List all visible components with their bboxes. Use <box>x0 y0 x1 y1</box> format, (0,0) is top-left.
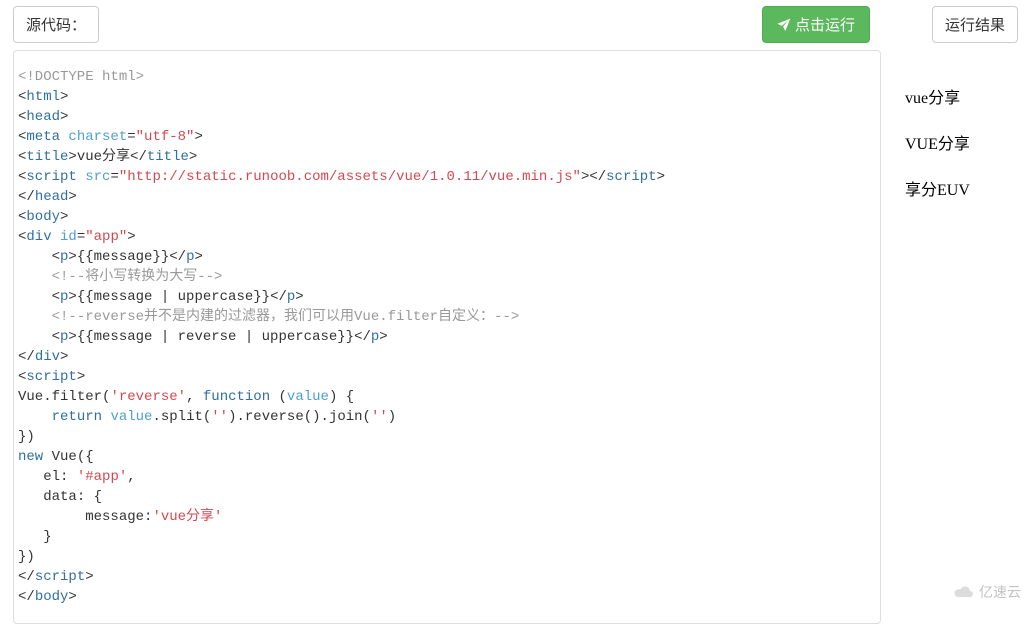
run-button[interactable]: 点击运行 <box>762 6 870 43</box>
paper-plane-icon <box>777 18 791 32</box>
output-line-2: VUE分享 <box>905 130 970 154</box>
source-code: <!DOCTYPE html> <html> <head> <meta char… <box>18 67 876 607</box>
code-editor[interactable]: <!DOCTYPE html> <html> <head> <meta char… <box>13 50 881 624</box>
watermark: 亿速云 <box>953 582 1021 602</box>
source-code-label: 源代码： <box>13 6 99 43</box>
cloud-icon <box>953 584 975 600</box>
watermark-text: 亿速云 <box>979 582 1021 602</box>
run-button-label: 点击运行 <box>795 14 855 35</box>
output-line-3: 享分EUV <box>905 176 970 200</box>
output-line-1: vue分享 <box>905 84 970 108</box>
result-label: 运行结果 <box>932 6 1018 43</box>
output-panel: vue分享 VUE分享 享分EUV <box>881 50 970 624</box>
